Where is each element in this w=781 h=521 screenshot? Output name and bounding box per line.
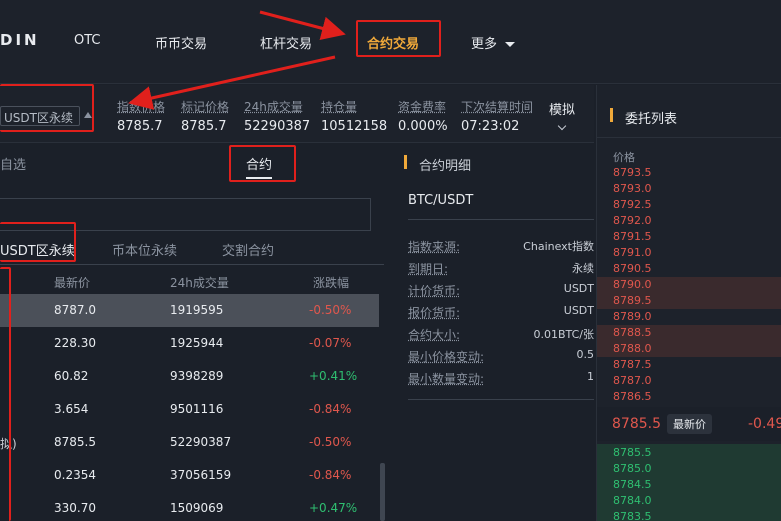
annotation-arrows	[128, 10, 346, 110]
arrow-to-pair	[128, 55, 336, 110]
arrow-to-contract-nav	[259, 10, 346, 41]
